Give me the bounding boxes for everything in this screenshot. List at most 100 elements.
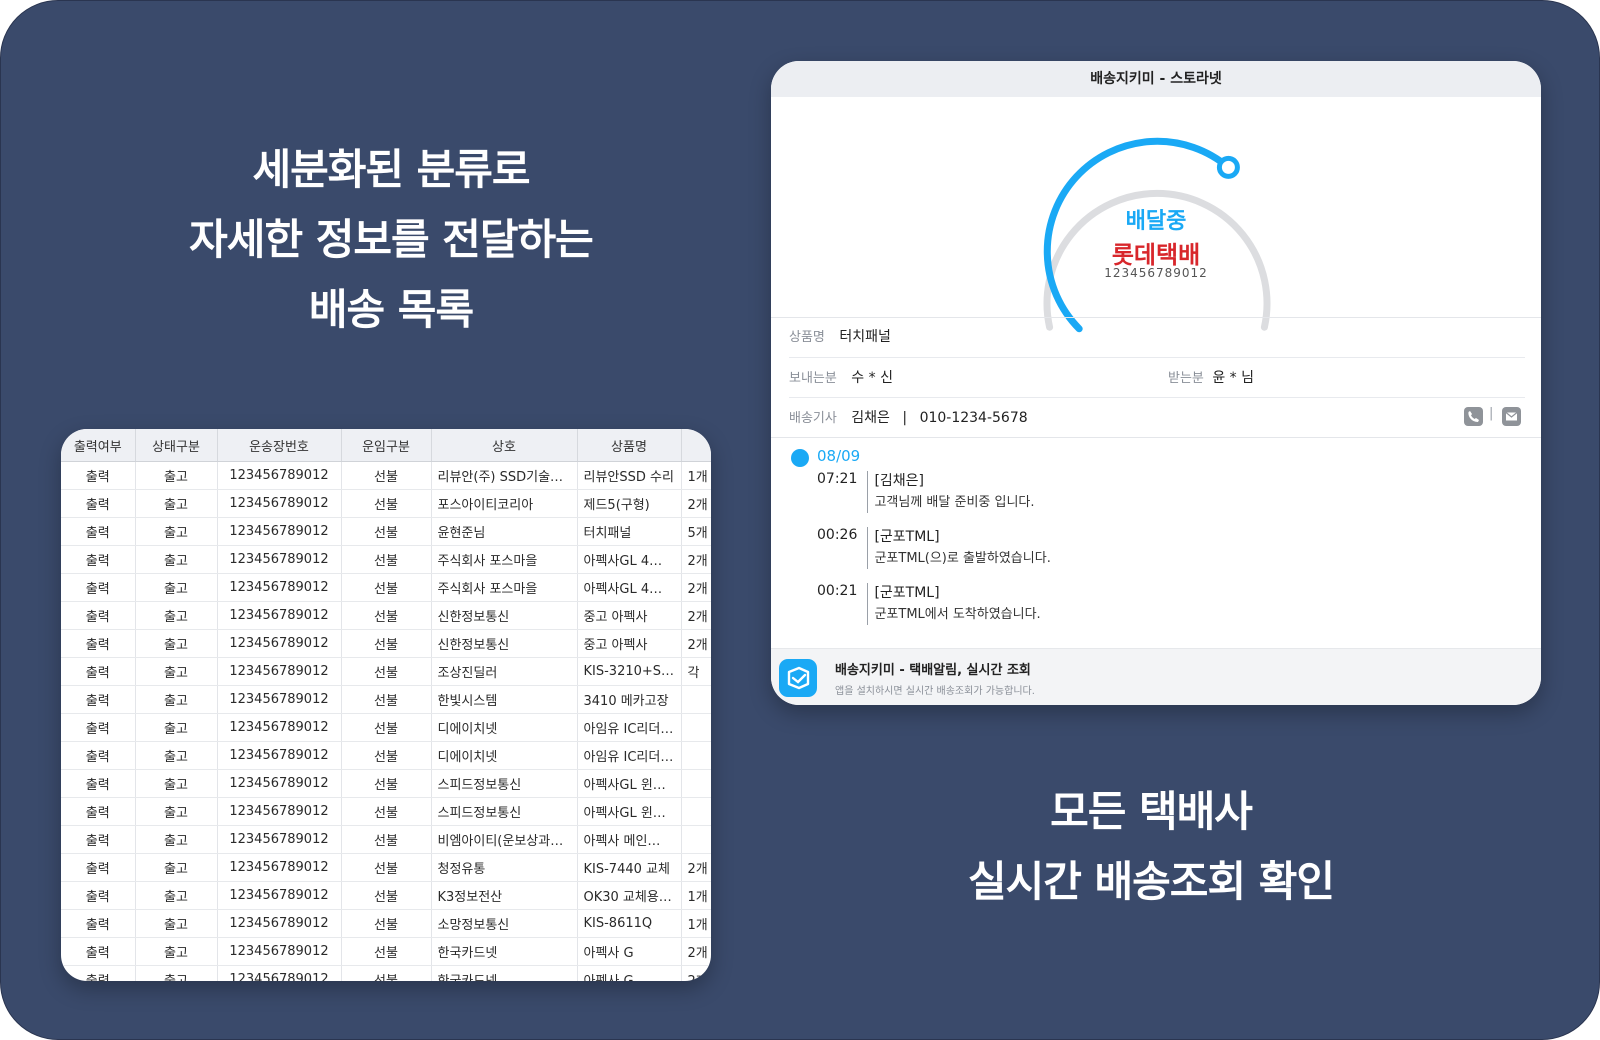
table-cell: 출력: [61, 545, 136, 574]
table-cell: 출고: [135, 573, 218, 602]
table-cell: 출력: [61, 853, 136, 882]
mail-icon[interactable]: [1502, 407, 1521, 426]
table-row[interactable]: 출력 출고 123456789012 선불 주식회사 포스마을 아펙사GL 4… 2개: [61, 573, 711, 602]
table-row[interactable]: 출력 출고 123456789012 선불 K3정보전산 OK30 교체용… 1개: [61, 881, 711, 910]
table-cell: 출고: [135, 797, 218, 826]
table-cell: K3정보전산: [431, 881, 578, 910]
table-cell: 출력: [61, 825, 136, 854]
table-cell: [681, 825, 711, 854]
product-row: 상품명 터치패널: [789, 326, 891, 346]
event-location: [김채은]: [874, 473, 925, 489]
column-header[interactable]: 상품명: [577, 429, 682, 462]
table-row[interactable]: 출력 출고 123456789012 선불 소망정보통신 KIS-8611Q 1개: [61, 909, 711, 938]
table-cell: 2개: [681, 965, 711, 981]
table-cell: 출고: [135, 629, 218, 658]
table-row[interactable]: 출력 출고 123456789012 선불 신한정보통신 중고 아펙사 2개: [61, 601, 711, 630]
table-cell: 중고 아펙사: [577, 601, 682, 630]
table-cell: 123456789012: [217, 657, 342, 686]
table-row[interactable]: 출력 출고 123456789012 선불 청정유통 KIS-7440 교체 2개: [61, 853, 711, 882]
column-header[interactable]: 수: [681, 429, 711, 462]
table-cell: 출력: [61, 573, 136, 602]
table-cell: 출고: [135, 741, 218, 770]
table-row[interactable]: 출력 출고 123456789012 선불 스피드정보통신 아펙사GL 윈…: [61, 769, 711, 798]
table-cell: 123456789012: [217, 797, 342, 826]
table-cell: 선불: [341, 601, 432, 630]
table-row[interactable]: 출력 출고 123456789012 선불 포스아이티코리아 제드5(구형) 2개: [61, 489, 711, 518]
table-cell: 123456789012: [217, 601, 342, 630]
table-cell: 123456789012: [217, 741, 342, 770]
table-cell: 포스아이티코리아: [431, 489, 578, 518]
table-cell: 출고: [135, 657, 218, 686]
table-row[interactable]: 출력 출고 123456789012 선불 주식회사 포스마을 아펙사GL 4… 2개: [61, 545, 711, 574]
table-cell: 선불: [341, 517, 432, 546]
table-row[interactable]: 출력 출고 123456789012 선불 스피드정보통신 아펙사GL 윈…: [61, 797, 711, 826]
table-row[interactable]: 출력 출고 123456789012 선불 신한정보통신 중고 아펙사 2개: [61, 629, 711, 658]
table-cell: 출력: [61, 489, 136, 518]
table-cell: 선불: [341, 629, 432, 658]
table-cell: 출력: [61, 797, 136, 826]
driver-name: 김채은: [851, 410, 890, 426]
table-row[interactable]: 출력 출고 123456789012 선불 조상진딜러 KIS-3210+S… 각: [61, 657, 711, 686]
table-header-row: 출력여부 상태구분 운송장번호 운임구분 상호 상품명 수: [61, 429, 711, 462]
table-cell: 2개: [681, 937, 711, 966]
event-message: 고객님께 배달 준비중 입니다.: [874, 495, 1035, 510]
table-cell: 아임유 IC리더…: [577, 713, 682, 742]
event-body: [군포TML] 군포TML(으)로 출발하였습니다.: [867, 527, 1051, 569]
table-row[interactable]: 출력 출고 123456789012 선불 리뷰안(주) SSD기술… 리뷰안SSD 수리…: [61, 461, 711, 490]
table-cell: 출고: [135, 489, 218, 518]
table-cell: 출고: [135, 825, 218, 854]
table-row[interactable]: 출력출고123456789012선불한국카드넷아펙사 G2개: [61, 937, 711, 966]
column-header[interactable]: 출력여부: [61, 429, 136, 462]
phone-icon[interactable]: [1464, 407, 1483, 426]
left-headline: 세분화된 분류로 자세한 정보를 전달하는 배송 목록: [101, 135, 681, 345]
table-row[interactable]: 출력 출고 123456789012 선불 디에이치넷 아임유 IC리더…: [61, 713, 711, 742]
table-row[interactable]: 출력출고123456789012선불한국카드넷아펙사 G2개: [61, 965, 711, 981]
table-cell: 각: [681, 657, 711, 686]
table-cell: 2개: [681, 573, 711, 602]
delivery-status: 배달중: [1125, 209, 1187, 234]
table-cell: 선불: [341, 741, 432, 770]
shipping-list-table: 출력여부 상태구분 운송장번호 운임구분 상호 상품명 수 출력출고123456…: [61, 429, 711, 981]
table-cell: 1개: [681, 909, 711, 938]
table-row[interactable]: 출력 출고 123456789012 선불 비엠아이티(운보상과… 아펙사 메인…: [61, 825, 711, 854]
table-row[interactable]: 출력 출고 123456789012 선불 윤현준님 터치패널 5개: [61, 517, 711, 546]
table-cell: 아펙사 G: [577, 965, 682, 981]
table-cell: [681, 685, 711, 714]
table-cell: 신한정보통신: [431, 629, 578, 658]
event-message: 군포TML에서 도착하였습니다.: [874, 607, 1041, 622]
event-location: [군포TML]: [874, 585, 940, 601]
right-headline-line-2: 실시간 배송조회 확인: [967, 857, 1335, 906]
table-row[interactable]: 출력 출고 123456789012 선불 한빛시스템 3410 메카고장: [61, 685, 711, 714]
column-header[interactable]: 상태구분: [135, 429, 218, 462]
table-cell: 선불: [341, 881, 432, 910]
table-cell: 2개: [681, 489, 711, 518]
table-cell: [681, 769, 711, 798]
column-header[interactable]: 운임구분: [341, 429, 432, 462]
table-cell: 출고: [135, 461, 218, 490]
table-cell: 출력: [61, 769, 136, 798]
table-cell: 선불: [341, 937, 432, 966]
table-cell: 리뷰안SSD 수리: [577, 461, 682, 490]
row-divider: [789, 397, 1525, 398]
tracking-event: 00:21 [군포TML] 군포TML에서 도착하였습니다.: [817, 583, 1041, 625]
table-cell: 아펙사GL 4…: [577, 573, 682, 602]
icon-separator: |: [1489, 406, 1494, 421]
table-cell: 선불: [341, 545, 432, 574]
app-install-banner[interactable]: 배송지키미 - 택배알림, 실시간 조회 앱을 설치하시면 실시간 배송조회가 …: [771, 648, 1541, 705]
column-header[interactable]: 운송장번호: [217, 429, 342, 462]
table-cell: 123456789012: [217, 573, 342, 602]
table-cell: 출력: [61, 601, 136, 630]
table-cell: 출력: [61, 937, 136, 966]
box-check-icon: [787, 666, 810, 690]
courier-company: 롯데택배: [1111, 241, 1201, 269]
tracking-window: 배송지키미 - 스토라넷 배달중 롯데택배 123456789012 상품명 터…: [771, 61, 1541, 705]
table-cell: 출고: [135, 937, 218, 966]
table-cell: 제드5(구형): [577, 489, 682, 518]
tracking-event: 00:26 [군포TML] 군포TML(으)로 출발하였습니다.: [817, 527, 1051, 569]
table-cell: 선불: [341, 853, 432, 882]
table-row[interactable]: 출력 출고 123456789012 선불 디에이치넷 아임유 IC리더…: [61, 741, 711, 770]
table-cell: 한빛시스템: [431, 685, 578, 714]
table-cell: 출고: [135, 909, 218, 938]
column-header[interactable]: 상호: [431, 429, 578, 462]
table-cell: 123456789012: [217, 769, 342, 798]
